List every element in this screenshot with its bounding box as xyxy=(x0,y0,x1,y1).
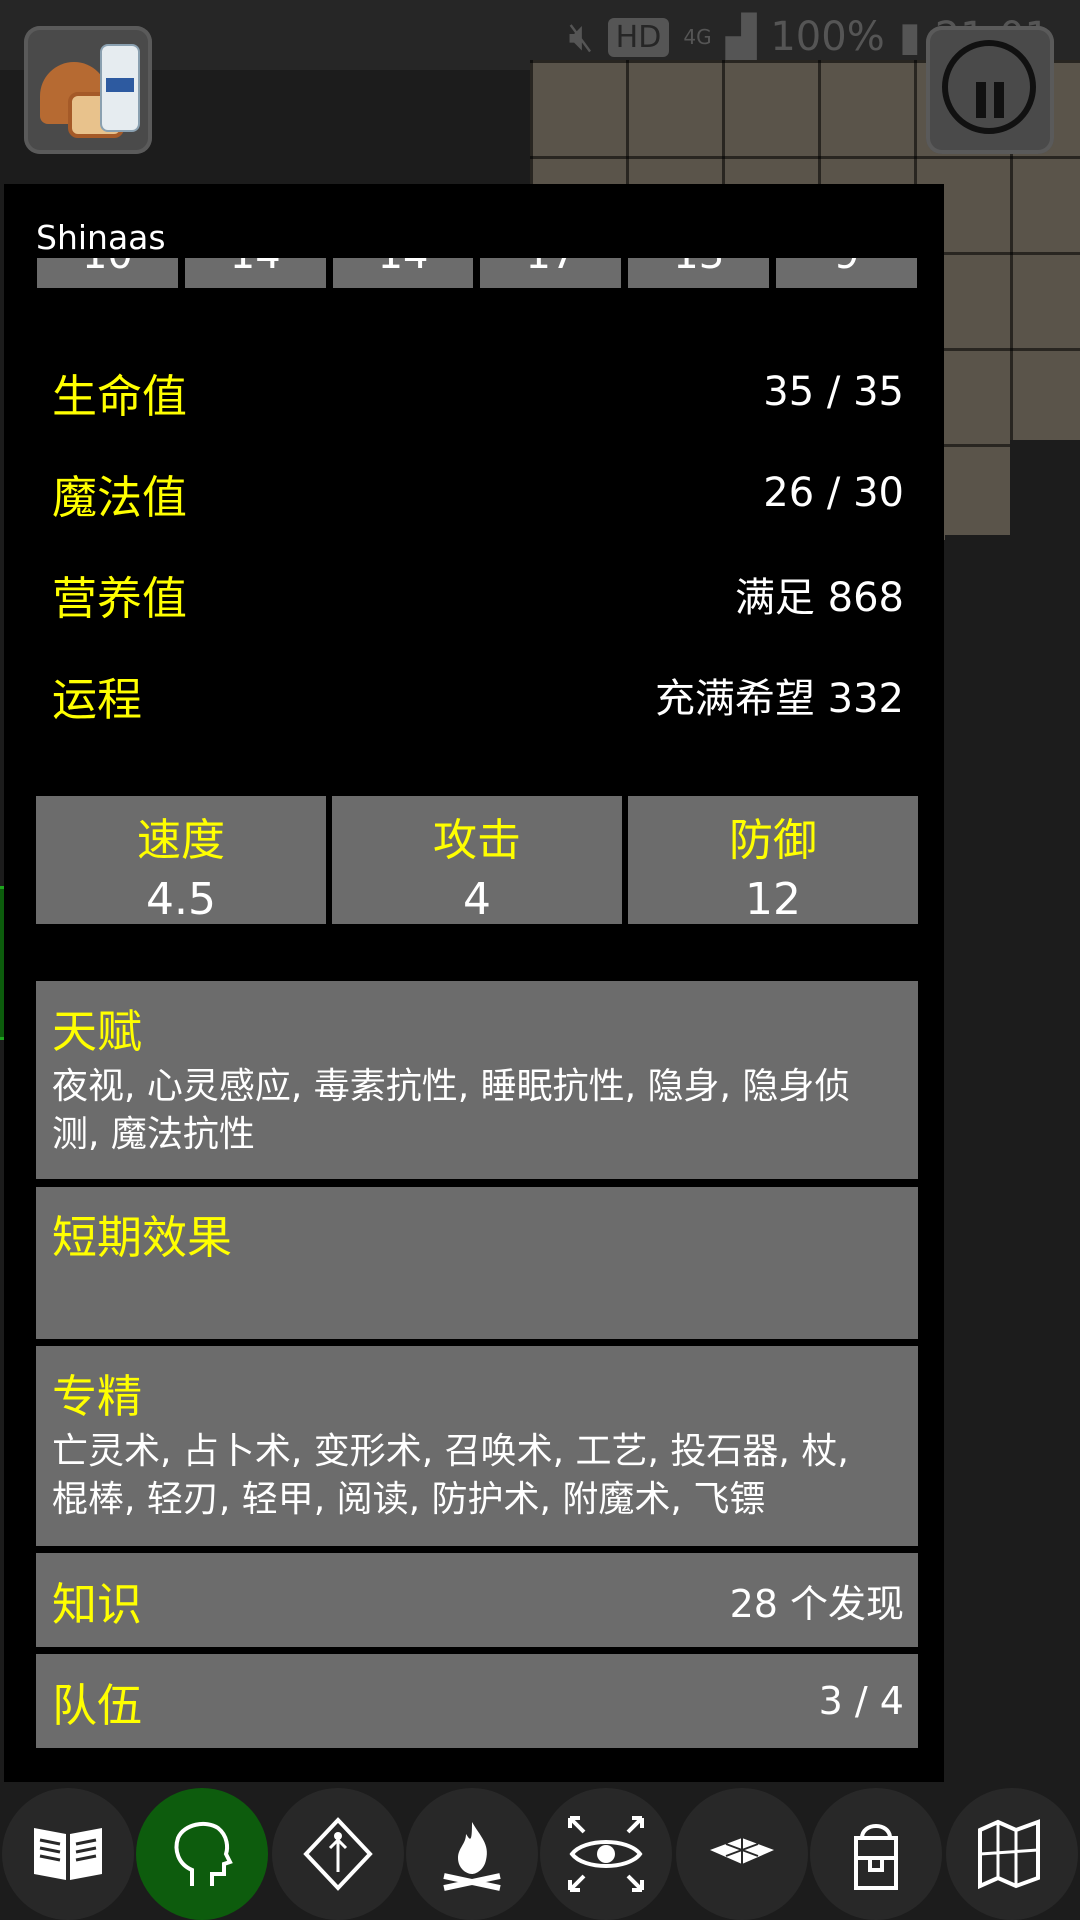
stat-label: 魔法值 xyxy=(52,470,188,524)
journal-icon xyxy=(34,1828,102,1880)
short-effects-title: 短期效果 xyxy=(52,1211,233,1264)
campfire-icon xyxy=(443,1822,501,1891)
attribute-row: 10 14 14 17 13 9 xyxy=(37,258,917,288)
mute-icon: 🔇︎ xyxy=(568,14,594,60)
look-icon xyxy=(568,1816,644,1892)
attack-label: 攻击 xyxy=(433,815,521,866)
stat-row-mana: 魔法值 26 / 30 xyxy=(52,463,904,524)
stat-label: 生命值 xyxy=(52,369,188,423)
defense-label: 防御 xyxy=(729,815,817,866)
hd-badge: HD xyxy=(607,17,670,57)
attribute-cell: 13 xyxy=(628,258,770,288)
network-label: 4G xyxy=(683,25,712,49)
attribute-cell: 14 xyxy=(332,258,474,288)
attack-value: 4 xyxy=(463,874,491,925)
speed-label: 速度 xyxy=(137,815,225,866)
short-effects-section[interactable]: 短期效果 xyxy=(36,1187,918,1339)
spell-icon xyxy=(303,1817,373,1891)
signal-icon: ▟ xyxy=(725,14,757,60)
world-map-button[interactable] xyxy=(946,1788,1078,1920)
pause-button[interactable] xyxy=(926,26,1054,154)
knowledge-label: 知识 xyxy=(52,1577,143,1631)
look-button[interactable] xyxy=(540,1788,672,1920)
attribute-cell: 9 xyxy=(776,258,917,288)
journal-button[interactable] xyxy=(2,1788,134,1920)
party-value: 3 / 4 xyxy=(818,1679,904,1723)
speed-box: 速度 4.5 xyxy=(36,796,326,925)
inventory-icon xyxy=(854,1824,898,1890)
character-name: Shinaas xyxy=(36,218,166,257)
attribute-cell: 10 xyxy=(37,258,178,288)
knowledge-value: 28 个发现 xyxy=(729,1581,904,1626)
stat-row-nutrition: 营养值 满足 868 xyxy=(52,564,904,625)
dungeon-edge xyxy=(945,535,1080,545)
stat-value: 满足 868 xyxy=(734,575,904,621)
stat-row-luck: 运程 充满希望 332 xyxy=(52,665,904,726)
inventory-button[interactable] xyxy=(810,1788,942,1920)
talents-section[interactable]: 天赋 夜视, 心灵感应, 毒素抗性, 睡眠抗性, 隐身, 隐身侦测, 魔法抗性 xyxy=(36,981,918,1179)
rest-button[interactable] xyxy=(406,1788,538,1920)
jar-icon xyxy=(100,44,140,132)
speed-value: 4.5 xyxy=(146,874,216,925)
combat-stats: 速度 4.5 攻击 4 防御 12 xyxy=(36,796,918,925)
floor-map-button[interactable] xyxy=(676,1788,808,1920)
world-map-icon xyxy=(978,1819,1040,1890)
stat-label: 营养值 xyxy=(52,571,188,625)
character-head-icon xyxy=(174,1821,233,1886)
bottom-toolbar xyxy=(0,1784,1080,1920)
floor-map-icon xyxy=(710,1838,774,1864)
skills-list: 亡灵术, 占卜术, 变形术, 召唤术, 工艺, 投石器, 杖, 棍棒, 轻刃, … xyxy=(52,1431,849,1520)
attribute-cell: 14 xyxy=(184,258,326,288)
dungeon-edge xyxy=(1010,440,1080,540)
talents-title: 天赋 xyxy=(52,1005,143,1058)
talents-list: 夜视, 心灵感应, 毒素抗性, 睡眠抗性, 隐身, 隐身侦测, 魔法抗性 xyxy=(52,1066,851,1155)
defense-box: 防御 12 xyxy=(628,796,918,925)
stat-value: 35 / 35 xyxy=(763,369,904,415)
stat-value: 26 / 30 xyxy=(763,470,904,516)
battery-percent: 100% xyxy=(770,14,885,60)
spell-button[interactable] xyxy=(272,1788,404,1920)
stat-row-health: 生命值 35 / 35 xyxy=(52,362,904,423)
party-label: 队伍 xyxy=(52,1678,143,1732)
knowledge-row[interactable]: 知识 28 个发现 xyxy=(36,1553,918,1647)
quick-food-button[interactable] xyxy=(24,26,152,154)
character-button[interactable] xyxy=(136,1788,268,1920)
stat-label: 运程 xyxy=(52,672,143,726)
defense-value: 12 xyxy=(745,874,801,925)
skills-section[interactable]: 专精 亡灵术, 占卜术, 变形术, 召唤术, 工艺, 投石器, 杖, 棍棒, 轻… xyxy=(36,1346,918,1546)
character-sheet-panel: Shinaas 10 14 14 17 13 9 生命值 35 / 35 魔法值… xyxy=(4,184,944,1782)
skills-title: 专精 xyxy=(52,1370,143,1423)
battery-icon: ▮ xyxy=(898,14,921,60)
attack-box: 攻击 4 xyxy=(332,796,622,925)
pause-icon xyxy=(942,40,1036,134)
attribute-cell: 17 xyxy=(480,258,622,288)
stat-value: 充满希望 332 xyxy=(654,676,904,722)
party-row[interactable]: 队伍 3 / 4 xyxy=(36,1654,918,1748)
